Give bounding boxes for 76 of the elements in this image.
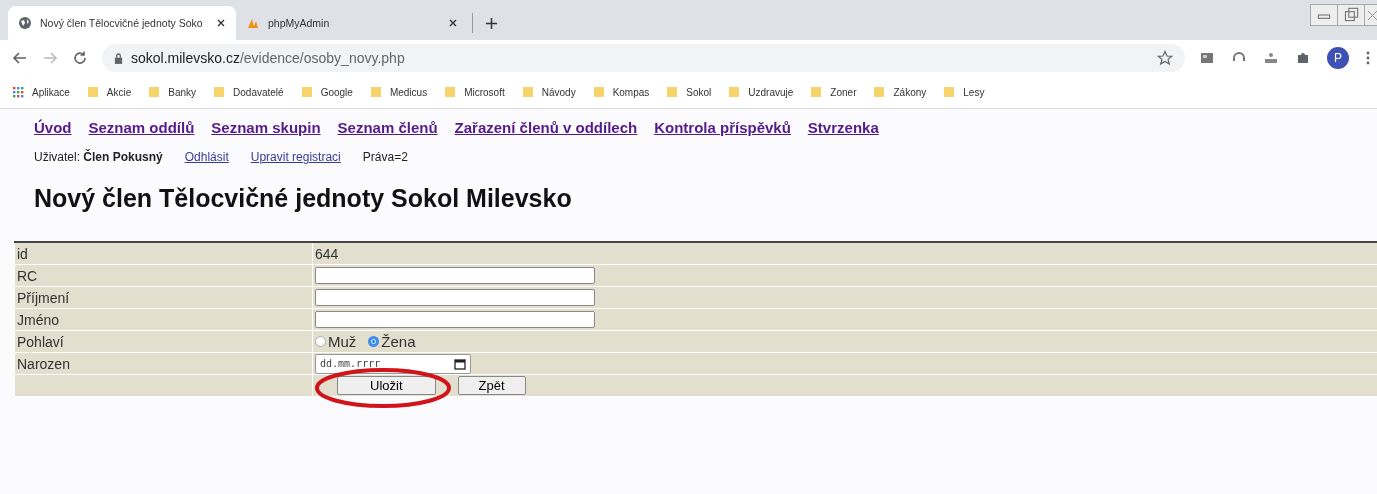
folder-icon [592, 86, 605, 98]
nav-link[interactable]: Úvod [34, 119, 72, 136]
table-cell: id [14, 242, 313, 265]
star-icon[interactable] [1157, 50, 1173, 66]
bookmark[interactable]: Aplikace [12, 86, 70, 98]
form-button[interactable]: Zpět [457, 376, 526, 395]
user-label: Uživatel: Člen Pokusný [34, 150, 163, 164]
reload-icon[interactable] [72, 50, 88, 66]
browser-tab[interactable]: Nový člen Tělocvičné jednoty Soko [8, 6, 236, 40]
input-field[interactable] [315, 311, 595, 328]
browser-tab[interactable]: phpMyAdmin [236, 6, 468, 40]
radio-option[interactable]: Muž [315, 333, 357, 350]
bookmark[interactable]: Medicus [369, 86, 428, 98]
tab-title: Nový člen Tělocvičné jednoty Soko [40, 17, 204, 29]
lock-icon [114, 52, 123, 64]
folder-icon [873, 86, 886, 98]
tab-title: phpMyAdmin [268, 17, 331, 29]
folder-icon [148, 86, 161, 98]
apps-grid-icon [12, 86, 24, 98]
bookmark[interactable]: Kompas [592, 86, 650, 98]
table-cell: Narozen [14, 352, 313, 375]
calendar-icon [454, 357, 466, 370]
radio-option[interactable]: Žena [368, 333, 416, 350]
folder-icon [943, 86, 956, 98]
nav-link[interactable]: Kontrola příspěvků [654, 119, 791, 136]
menu-icon[interactable] [1365, 50, 1371, 66]
table-cell: Pohlaví [14, 330, 313, 353]
close-icon[interactable] [448, 18, 458, 28]
bookmark[interactable]: Uzdravuje [728, 86, 794, 98]
profile-avatar[interactable]: P [1327, 47, 1349, 69]
folder-icon [728, 86, 741, 98]
address-field[interactable]: sokol.milevsko.cz/evidence/osoby_novy.php [102, 44, 1185, 72]
bookmark[interactable]: Dodavatelé [213, 86, 284, 98]
bookmark[interactable]: Google [300, 86, 353, 98]
table-cell: RC [14, 264, 313, 287]
bookmark[interactable]: Microsoft [444, 86, 505, 98]
extension-icon[interactable] [1199, 50, 1215, 66]
bookmark[interactable]: Banky [148, 86, 197, 98]
bookmark[interactable]: Zoner [810, 86, 857, 98]
folder-icon [300, 86, 313, 98]
table-cell: Příjmení [14, 286, 313, 309]
folder-icon [213, 86, 226, 98]
bookmark[interactable]: Sokol [666, 86, 712, 98]
nav-link[interactable]: Seznam členů [337, 119, 438, 136]
back-icon[interactable] [12, 50, 28, 66]
input-field[interactable] [315, 289, 595, 306]
globe-icon [18, 16, 32, 30]
folder-icon [521, 86, 534, 98]
folder-icon [86, 86, 99, 98]
nav-link[interactable]: Zařazení členů v oddílech [454, 119, 638, 136]
nav-link[interactable]: Stvrzenka [807, 119, 879, 136]
folder-icon [444, 86, 457, 98]
nav-link[interactable]: Seznam skupin [211, 119, 321, 136]
close-icon[interactable] [216, 18, 226, 28]
input-field[interactable] [315, 267, 595, 284]
radio-button[interactable] [315, 336, 326, 347]
bookmark[interactable]: Návody [521, 86, 576, 98]
user-link[interactable]: Upravit registraci [250, 150, 341, 164]
form-button[interactable]: Uložit [337, 376, 436, 395]
folder-icon [810, 86, 823, 98]
nav-link[interactable]: Seznam oddílů [88, 119, 195, 136]
user-link[interactable]: Odhlásit [184, 150, 229, 164]
bookmark[interactable]: Akcie [86, 86, 132, 98]
bookmark[interactable]: Lesy [943, 86, 985, 98]
radio-button[interactable] [368, 336, 380, 347]
table-cell: Jméno [14, 308, 313, 331]
field-value: 644 [315, 245, 339, 262]
extension-icon[interactable] [1263, 50, 1279, 66]
url-text: sokol.milevsko.cz/evidence/osoby_novy.php [131, 50, 406, 66]
date-field[interactable]: dd.mm.rrrr [315, 353, 471, 374]
page-heading: Nový člen Tělocvičné jednoty Sokol Milevsko [34, 184, 573, 213]
folder-icon [369, 86, 382, 98]
bookmark[interactable]: Zákony [873, 86, 927, 98]
plus-icon[interactable] [485, 17, 498, 30]
folder-icon [666, 86, 679, 98]
rights-text: Práva=2 [362, 150, 408, 164]
